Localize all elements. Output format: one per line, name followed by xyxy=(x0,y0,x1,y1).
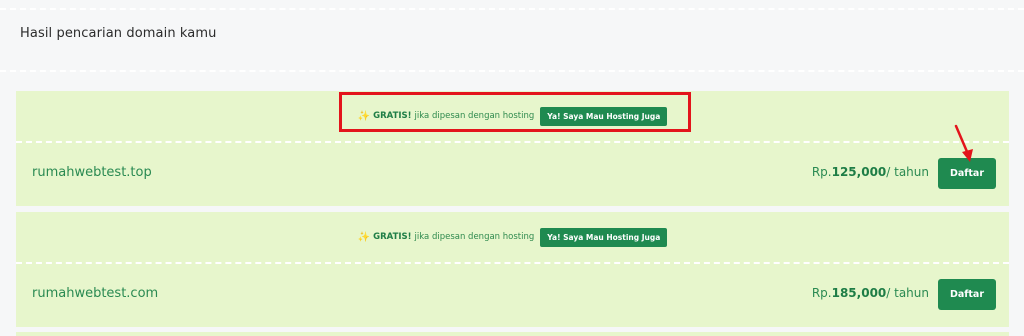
price-suffix: / tahun xyxy=(886,165,929,179)
section-divider xyxy=(0,70,1024,72)
top-divider xyxy=(0,8,1024,10)
domain-price: Rp.125,000/ tahun xyxy=(812,165,929,179)
arrow-annotation-icon xyxy=(954,124,973,162)
domain-result-card: ✨ GRATIS! jika dipesan dengan hosting Ya… xyxy=(16,212,1009,327)
price-prefix: Rp. xyxy=(811,165,832,179)
price-prefix: Rp. xyxy=(811,286,832,300)
add-hosting-button[interactable]: Ya! Saya Mau Hosting Juga xyxy=(540,227,668,247)
domain-name: rumahwebtest.top xyxy=(32,165,152,180)
promo-text: jika dipesan dengan hosting xyxy=(414,232,535,242)
register-button[interactable]: Daftar xyxy=(938,279,996,310)
domain-result-card-partial xyxy=(16,332,1009,336)
highlight-box-annotation xyxy=(339,92,691,132)
price-value: 185,000 xyxy=(831,286,887,300)
domain-row: rumahwebtest.top Rp.125,000/ tahun Dafta… xyxy=(16,143,1009,206)
promo-banner: ✨ GRATIS! jika dipesan dengan hosting Ya… xyxy=(16,212,1009,262)
promo-gratis-label: GRATIS! xyxy=(373,232,412,242)
price-suffix: / tahun xyxy=(886,286,929,300)
price-value: 125,000 xyxy=(831,165,887,179)
domain-row: rumahwebtest.com Rp.185,000/ tahun Dafta… xyxy=(16,264,1009,327)
domain-price: Rp.185,000/ tahun xyxy=(812,286,929,300)
domain-name: rumahwebtest.com xyxy=(32,286,159,301)
sparkle-icon: ✨ xyxy=(357,231,371,243)
page-title: Hasil pencarian domain kamu xyxy=(20,26,217,41)
